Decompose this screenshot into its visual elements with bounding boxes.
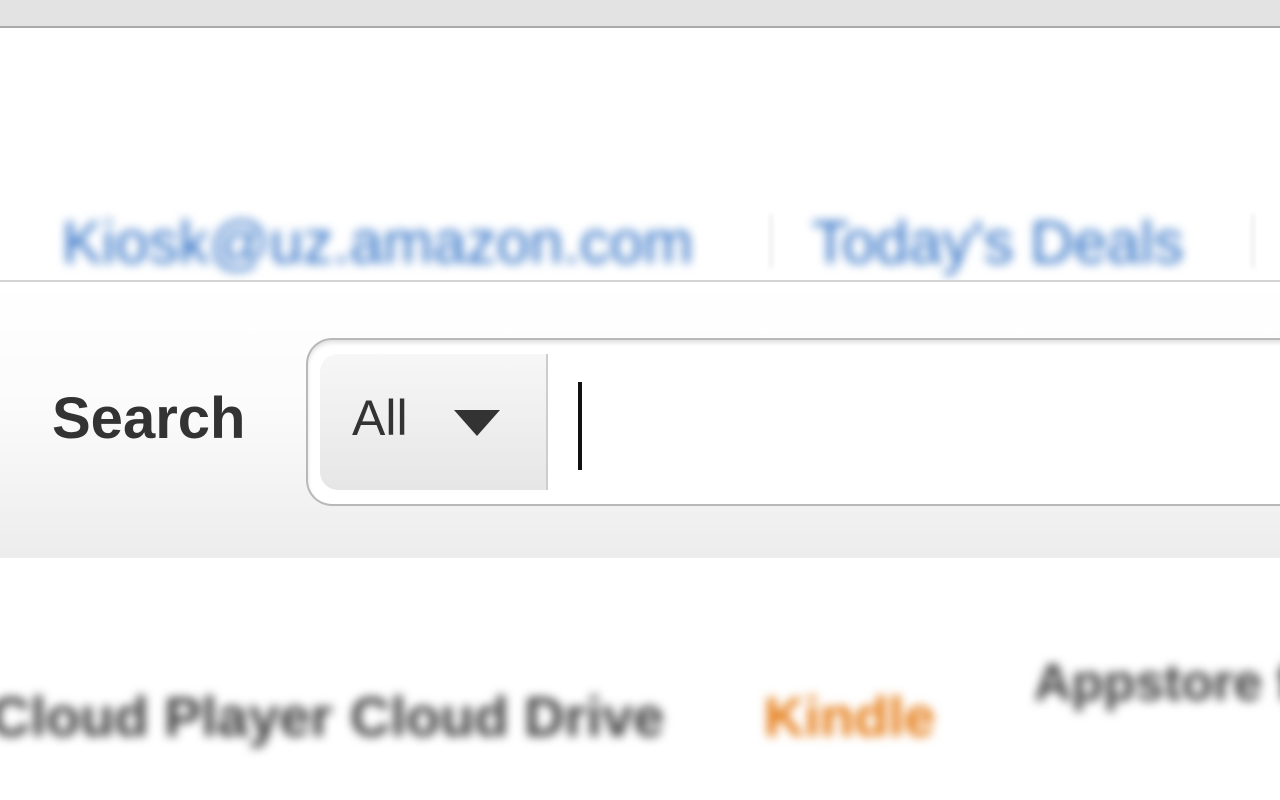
- browser-chrome-strip: [0, 0, 1280, 28]
- account-email-link[interactable]: Kiosk@uz.amazon.com: [62, 208, 693, 278]
- link-divider: [1252, 214, 1254, 268]
- caret-down-icon: [454, 410, 500, 436]
- nav-item-kindle[interactable]: Kindle: [764, 684, 935, 750]
- category-selected-value: All: [352, 390, 408, 446]
- search-input[interactable]: [558, 354, 1280, 492]
- text-cursor: [578, 382, 582, 470]
- category-dropdown[interactable]: All: [320, 354, 548, 490]
- page: Kiosk@uz.amazon.com Today's Deals Search…: [0, 0, 1280, 800]
- nav-item-appstore[interactable]: Appstore for Android: [1034, 657, 1280, 709]
- search-bar: Search All: [0, 280, 1280, 560]
- search-label: Search: [52, 386, 246, 451]
- search-box: All: [306, 338, 1280, 506]
- nav-row: Cloud Player Cloud Drive Kindle Appstore…: [0, 558, 1280, 800]
- todays-deals-link[interactable]: Today's Deals: [812, 208, 1184, 278]
- link-divider: [770, 214, 772, 268]
- nav-item-cloud-drive[interactable]: Cloud Drive: [350, 684, 664, 750]
- nav-item-cloud-player[interactable]: Cloud Player: [0, 684, 332, 750]
- top-links-bar: Kiosk@uz.amazon.com Today's Deals: [0, 28, 1280, 282]
